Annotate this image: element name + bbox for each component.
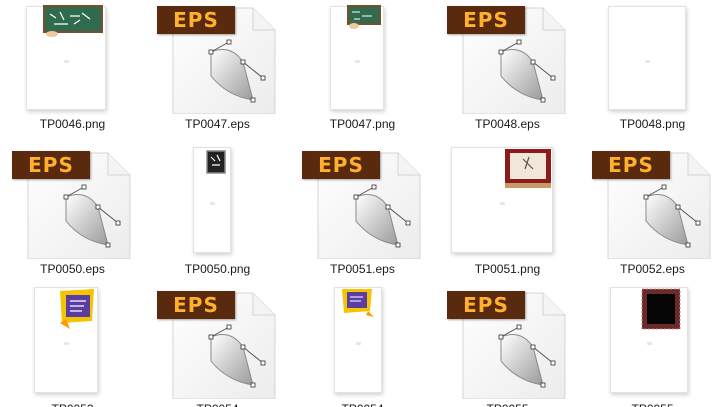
file-item[interactable]: EPS TP0047.eps xyxy=(145,0,290,140)
eps-badge-text: EPS xyxy=(318,153,364,177)
file-name-label: TP0050.png xyxy=(184,262,251,276)
eps-badge: EPS xyxy=(302,151,380,179)
eps-badge-text: EPS xyxy=(173,8,219,32)
chalkboard-image xyxy=(347,5,381,29)
file-name-label: TP0055 xyxy=(435,402,580,407)
file-item[interactable]: TP0054 xyxy=(290,285,435,407)
file-name-label: TP0050.eps xyxy=(40,262,105,276)
eps-badge-text: EPS xyxy=(463,293,509,317)
file-name-label: TP0055 xyxy=(580,402,720,407)
file-name-label: TP0053 xyxy=(0,402,145,407)
framed-board-image xyxy=(505,149,551,188)
file-item[interactable]: EPS TP0051.eps xyxy=(290,145,435,285)
file-item[interactable]: EPS TP0052.eps xyxy=(580,145,720,285)
eps-badge: EPS xyxy=(12,151,90,179)
book-frame-image xyxy=(60,289,94,329)
file-name-label: TP0048.png xyxy=(619,117,686,131)
file-item[interactable]: TP0046.png xyxy=(0,0,145,140)
file-item[interactable]: TP0053 xyxy=(0,285,145,407)
file-item[interactable]: EPS TP0050.eps xyxy=(0,145,145,285)
file-item[interactable]: EPS TP0055 xyxy=(435,285,580,407)
mini-board-image xyxy=(206,150,226,174)
file-item[interactable]: EPS TP0048.eps xyxy=(435,0,580,140)
file-item[interactable]: TP0050.png xyxy=(145,145,290,285)
file-item[interactable]: EPS TP0054 xyxy=(145,285,290,407)
eps-badge: EPS xyxy=(447,291,525,319)
eps-badge: EPS xyxy=(592,151,670,179)
eps-badge-text: EPS xyxy=(173,293,219,317)
chalkboard-image xyxy=(43,5,103,37)
file-name-label: TP0048.eps xyxy=(475,117,540,131)
file-name-label: TP0047.png xyxy=(329,117,396,131)
file-item[interactable]: TP0051.png xyxy=(435,145,580,285)
file-item[interactable]: TP0047.png xyxy=(290,0,435,140)
eps-badge: EPS xyxy=(157,6,235,34)
eps-badge-text: EPS xyxy=(28,153,74,177)
book-frame-image xyxy=(342,289,374,317)
dark-frame-image xyxy=(641,288,681,330)
eps-badge: EPS xyxy=(447,6,525,34)
eps-badge: EPS xyxy=(157,291,235,319)
file-name-label: TP0054 xyxy=(145,402,290,407)
file-name-label: TP0047.eps xyxy=(185,117,250,131)
file-name-label: TP0051.png xyxy=(474,262,541,276)
file-name-label: TP0051.eps xyxy=(330,262,395,276)
file-grid: TP0046.png EPS TP0047.eps TP0047.png EPS… xyxy=(0,0,720,407)
file-item[interactable]: TP0055 xyxy=(580,285,720,407)
eps-badge-text: EPS xyxy=(608,153,654,177)
file-item[interactable]: TP0048.png xyxy=(580,0,720,140)
file-name-label: TP0046.png xyxy=(39,117,106,131)
file-name-label: TP0054 xyxy=(290,402,435,407)
file-name-label: TP0052.eps xyxy=(620,262,685,276)
eps-badge-text: EPS xyxy=(463,8,509,32)
